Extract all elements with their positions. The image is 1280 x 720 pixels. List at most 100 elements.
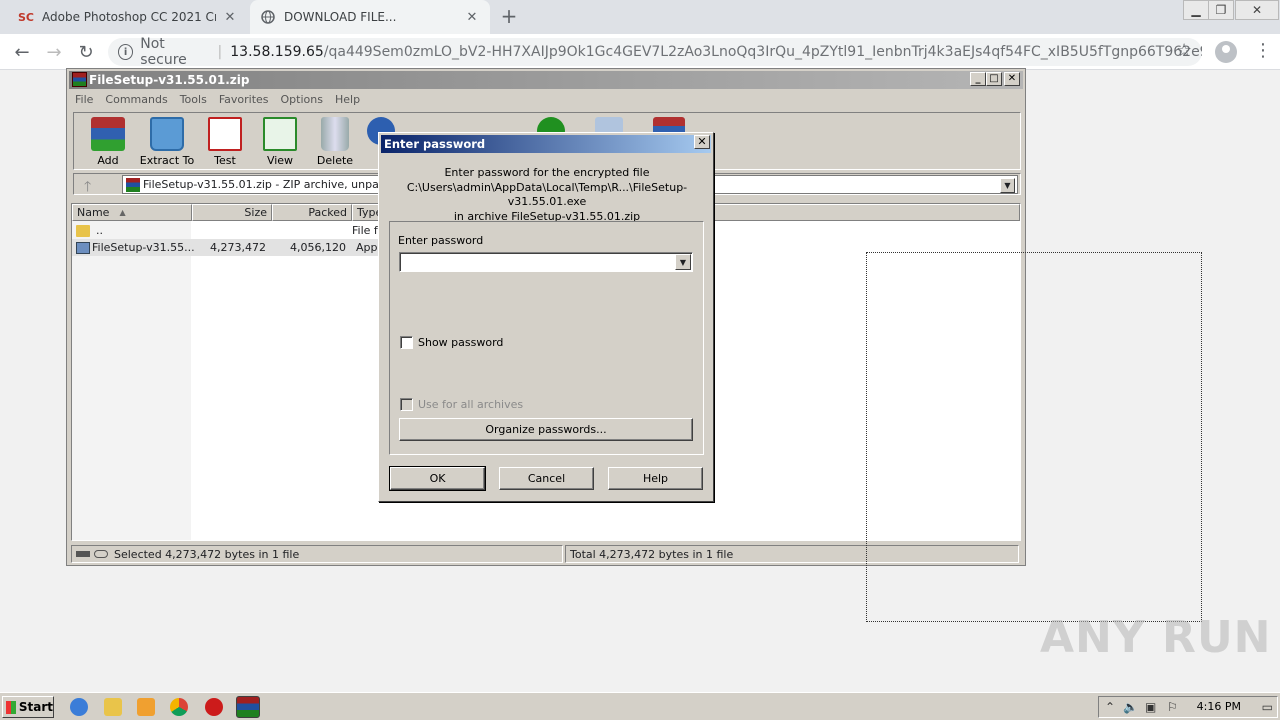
close-tab-icon[interactable]: ✕ [464,9,480,25]
tab-photoshop[interactable]: SC Adobe Photoshop CC 2021 Crack v2 ✕ [8,0,248,34]
add-button[interactable]: Add [79,117,137,167]
organize-passwords-button[interactable]: Organize passwords... [399,418,693,441]
status-left: Selected 4,273,472 bytes in 1 file [71,545,563,563]
url-path: /qa449Sem0zmLO_bV2-HH7XAIJp9Ok1Gc4GEV7L2… [323,44,1202,60]
restore-window-button[interactable]: ❐ [1208,0,1234,20]
up-arrow-icon[interactable]: 🡑 [84,176,91,200]
row-size: 4,273,472 [210,241,266,254]
row-type: File f [352,224,378,237]
folder-icon [150,117,184,151]
divider: | [217,44,223,60]
organize-passwords-label: Organize passwords... [485,423,607,436]
taskbar: Start ⌃ 🔈 ▣ ⚐ 4:16 PM ▭ [0,692,1280,720]
view-label: View [266,154,294,167]
network-icon[interactable]: ▣ [1145,700,1156,714]
internet-explorer-icon[interactable] [70,698,88,716]
delete-button[interactable]: Delete [306,117,364,167]
back-arrow-icon[interactable]: ← [10,40,34,64]
start-label: Start [18,700,53,714]
menu-file[interactable]: File [69,91,99,109]
message-line: C:\Users\admin\AppData\Local\Temp\R...\F… [406,180,688,209]
account-avatar[interactable] [1215,41,1237,63]
password-input[interactable]: ▼ [399,252,693,272]
forward-arrow-icon[interactable]: → [42,40,66,64]
minimize-button[interactable]: _ [970,72,986,86]
address-bar[interactable]: i Not secure | 13.58.159.65 /qa449Sem0zm… [108,36,1202,68]
browser-tab-bar: SC Adobe Photoshop CC 2021 Crack v2 ✕ DO… [0,0,1280,34]
minimize-window-button[interactable]: ▁ [1183,0,1209,20]
column-header-name[interactable]: Name ▲ [72,204,192,221]
close-window-button[interactable]: ✕ [1235,0,1279,20]
show-password-checkbox[interactable]: Show password [400,336,503,349]
reload-icon[interactable]: ↻ [74,40,98,64]
winrar-app-icon [72,72,87,87]
book-icon [263,117,297,151]
clock[interactable]: 4:16 PM [1197,700,1241,713]
table-row[interactable]: FileSetup-v31.55... 4,273,472 4,056,120 … [72,239,384,256]
menu-tools[interactable]: Tools [174,91,213,109]
extract-to-label: Extract To [139,154,195,167]
site-favicon: SC [18,10,34,24]
dialog-message: Enter password for the encrypted file C:… [379,166,715,224]
ok-button[interactable]: OK [389,466,486,491]
checkbox-box[interactable] [400,336,413,349]
more-menu-icon[interactable]: ⋮ [1254,42,1272,60]
checkbox-box [400,398,413,411]
table-row[interactable]: .. File f [72,222,382,239]
column-header-size[interactable]: Size [192,204,272,221]
exe-file-icon [76,241,90,254]
delete-label: Delete [316,154,354,167]
column-size-label: Size [244,206,267,219]
chrome-icon[interactable] [170,698,188,716]
key-icon [94,550,108,558]
opera-icon[interactable] [205,698,223,716]
volume-icon[interactable]: 🔈 [1123,700,1138,714]
close-button[interactable]: ✕ [1004,72,1020,86]
cancel-label: Cancel [527,472,566,485]
windows-logo-icon [6,700,16,714]
menu-favorites[interactable]: Favorites [213,91,275,109]
column-header-packed[interactable]: Packed [272,204,352,221]
tab-download-file[interactable]: DOWNLOAD FILE... ✕ [250,0,490,34]
selection-rectangle [866,252,1202,622]
sort-arrow-icon: ▲ [119,208,126,217]
test-button[interactable]: Test [196,117,254,167]
new-tab-button[interactable]: + [498,5,520,27]
browser-toolbar: ← → ↻ i Not secure | 13.58.159.65 /qa449… [0,34,1280,70]
drive-icon [76,551,90,557]
dialog-title-bar[interactable]: Enter password [381,135,711,153]
ok-label: OK [429,472,446,485]
show-desktop-icon[interactable]: ▭ [1262,700,1273,714]
action-center-flag-icon[interactable]: ⚐ [1167,700,1178,714]
view-button[interactable]: View [251,117,309,167]
extract-to-button[interactable]: Extract To [136,117,198,167]
anyrun-watermark: ANY RUN [1040,612,1272,663]
close-tab-icon[interactable]: ✕ [222,9,238,25]
help-button[interactable]: Help [608,467,703,490]
bookmark-star-icon[interactable]: ☆ [1176,40,1192,61]
folder-up-icon [76,224,90,237]
show-hidden-icons-icon[interactable]: ⌃ [1105,700,1115,714]
menu-help[interactable]: Help [329,91,366,109]
info-icon[interactable]: i [118,44,134,60]
menu-commands[interactable]: Commands [99,91,173,109]
status-selected-text: Selected 4,273,472 bytes in 1 file [114,547,300,561]
dialog-close-button[interactable]: ✕ [694,135,710,149]
media-player-icon[interactable] [137,698,155,716]
row-packed: 4,056,120 [290,241,346,254]
menu-options[interactable]: Options [275,91,329,109]
cancel-button[interactable]: Cancel [499,467,594,490]
winrar-taskbar-icon[interactable] [236,696,260,718]
winrar-menu-bar: File Commands Tools Favorites Options He… [69,91,366,109]
name-column-bg [72,221,191,540]
chevron-down-icon[interactable]: ▼ [1000,178,1015,193]
chevron-down-icon[interactable]: ▼ [675,254,691,270]
file-explorer-icon[interactable] [104,698,122,716]
start-button[interactable]: Start [2,696,54,718]
winrar-title-bar[interactable]: FileSetup-v31.55.01.zip [69,71,1023,89]
maximize-button[interactable]: □ [986,72,1002,86]
security-label: Not secure [140,36,187,68]
checklist-icon [208,117,242,151]
zip-icon [126,178,140,192]
winrar-title: FileSetup-v31.55.01.zip [89,73,250,87]
